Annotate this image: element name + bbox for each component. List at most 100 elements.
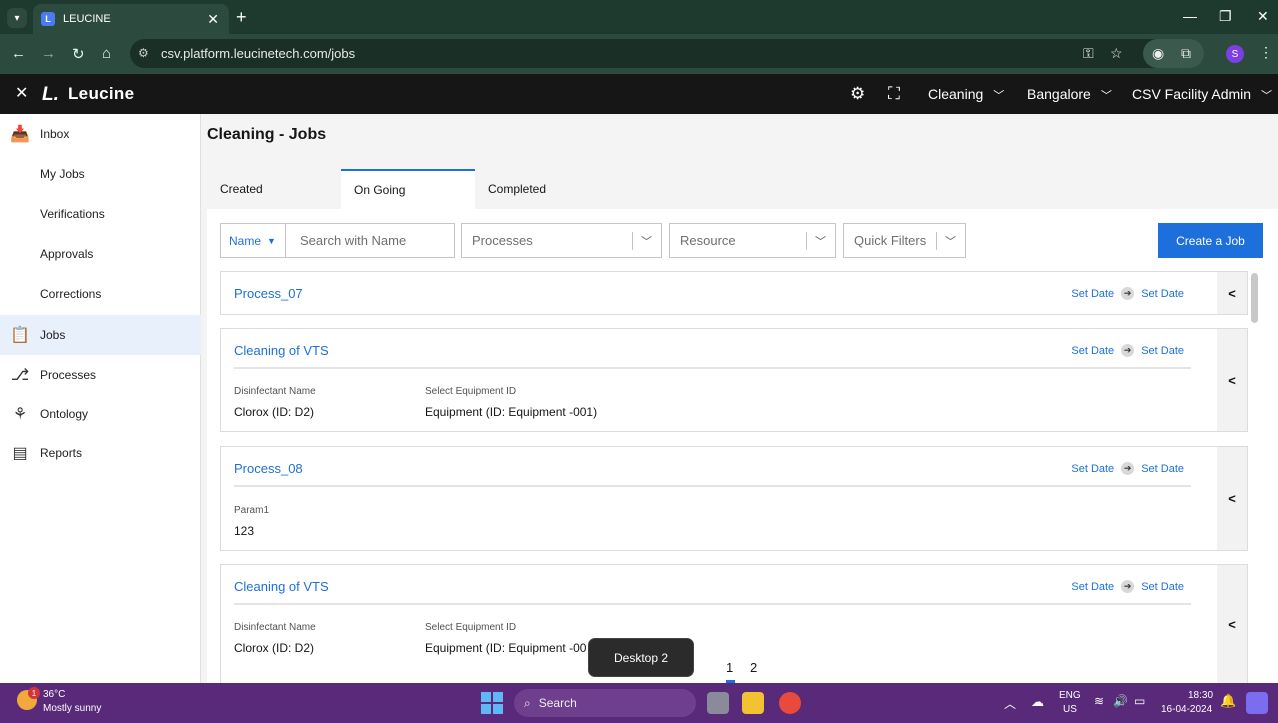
scan-icon[interactable]: ⛶ <box>888 84 900 104</box>
sidebar-item-approvals[interactable]: Approvals <box>0 234 201 274</box>
copilot-icon[interactable] <box>1246 692 1268 714</box>
facility-label: Bangalore <box>1027 86 1091 102</box>
job-title[interactable]: Process_07 <box>234 286 303 301</box>
sidebar-item-verifications[interactable]: Verifications <box>0 194 201 234</box>
sidebar-item-jobs[interactable]: 📋 Jobs <box>0 315 201 355</box>
start-date[interactable]: Set Date <box>1071 345 1114 357</box>
volume-icon[interactable]: 🔊 <box>1113 694 1128 708</box>
maximize-icon[interactable]: ❐ <box>1219 8 1232 25</box>
use-case-dropdown[interactable]: Cleaning ﹀ <box>928 86 1004 103</box>
app-header: ✕ L. Leucine ⚙ ⛶ Cleaning ﹀ Bangalore ﹀ CS… <box>0 74 1278 114</box>
tab-search-icon[interactable]: ▾ <box>7 8 27 28</box>
chevron-left-icon[interactable]: < <box>1217 272 1247 314</box>
main-content: Cleaning - Jobs Created On Going Complet… <box>201 114 1278 683</box>
tab-completed[interactable]: Completed <box>475 169 609 209</box>
list-scrollbar[interactable] <box>1251 273 1258 323</box>
tab-on-going[interactable]: On Going <box>341 169 475 209</box>
job-card[interactable]: Cleaning of VTS Set Date ➔ Set Date Disi… <box>220 564 1248 683</box>
menu-kebab-icon[interactable]: ⋮ <box>1259 44 1273 61</box>
windows-start-icon[interactable] <box>481 692 503 714</box>
job-card[interactable]: Process_07 Set Date ➔ Set Date < <box>220 271 1248 315</box>
sidebar-item-ontology[interactable]: ⚘ Ontology <box>0 394 201 434</box>
facility-dropdown[interactable]: Bangalore ﹀ <box>1027 86 1112 103</box>
start-date[interactable]: Set Date <box>1071 463 1114 475</box>
sidebar-item-my-jobs[interactable]: My Jobs <box>0 154 201 194</box>
sidebar-item-label: Corrections <box>40 287 102 301</box>
window-close-icon[interactable]: ✕ <box>1257 8 1269 25</box>
sidebar-item-inbox[interactable]: 📥 Inbox <box>0 114 201 154</box>
region-label[interactable]: US <box>1063 704 1077 715</box>
arrow-right-icon: ➔ <box>1121 287 1135 300</box>
processes-dropdown[interactable]: Processes ﹀ <box>461 223 662 258</box>
job-title[interactable]: Cleaning of VTS <box>234 343 329 358</box>
file-explorer-icon[interactable] <box>742 692 764 714</box>
chevron-left-icon[interactable]: < <box>1217 447 1247 550</box>
gear-icon[interactable]: ⚙ <box>850 84 865 104</box>
browser-tab[interactable]: L LEUCINE ✕ <box>33 4 229 34</box>
search-input[interactable] <box>286 223 455 258</box>
user-dropdown[interactable]: CSV Facility Admin ﹀ <box>1132 86 1272 103</box>
language-label[interactable]: ENG <box>1059 690 1081 701</box>
extensions-icon[interactable]: ⧉ <box>1181 45 1191 62</box>
end-date[interactable]: Set Date <box>1141 345 1184 357</box>
password-key-icon[interactable]: ⚿ <box>1083 45 1094 62</box>
sidebar-item-label: Inbox <box>40 127 70 141</box>
close-icon[interactable]: ✕ <box>15 83 28 103</box>
chrome-icon[interactable] <box>779 692 801 714</box>
start-date[interactable]: Set Date <box>1071 581 1114 593</box>
clock-time[interactable]: 18:30 <box>1188 690 1213 701</box>
param-label: Param1 <box>234 505 270 516</box>
back-icon[interactable]: ← <box>11 45 26 62</box>
forward-icon[interactable]: → <box>41 45 56 62</box>
taskbar-search-label: Search <box>538 696 577 710</box>
filter-field-select[interactable]: Name ▼ <box>220 223 286 258</box>
weather-temperature[interactable]: 36°C <box>43 689 65 700</box>
page-1-button[interactable]: 1 <box>726 660 733 675</box>
bookmark-star-icon[interactable]: ☆ <box>1110 45 1123 62</box>
minimize-icon[interactable]: — <box>1183 8 1197 24</box>
job-card[interactable]: Process_08 Set Date ➔ Set Date Param1 12… <box>220 446 1248 551</box>
sidebar-item-corrections[interactable]: Corrections <box>0 274 201 314</box>
job-title[interactable]: Process_08 <box>234 461 303 476</box>
battery-icon[interactable]: ▭ <box>1134 694 1145 708</box>
profile-avatar[interactable]: S <box>1226 45 1244 63</box>
quick-filters-dropdown[interactable]: Quick Filters ﹀ <box>843 223 966 258</box>
notification-bell-icon[interactable]: 🔔 <box>1220 693 1236 709</box>
end-date[interactable]: Set Date <box>1141 581 1184 593</box>
site-settings-icon[interactable]: ⚙ <box>138 46 149 60</box>
clock-date[interactable]: 16-04-2024 <box>1161 704 1212 715</box>
wifi-icon[interactable]: ≋ <box>1094 694 1104 708</box>
url-text[interactable]: csv.platform.leucinetech.com/jobs <box>161 46 355 61</box>
end-date[interactable]: Set Date <box>1141 288 1184 300</box>
taskbar-search[interactable]: ⌕ Search <box>514 689 696 717</box>
page-2-button[interactable]: 2 <box>750 660 757 675</box>
param-label: Select Equipment ID <box>425 386 517 397</box>
tab-created[interactable]: Created <box>207 169 341 209</box>
job-card[interactable]: Cleaning of VTS Set Date ➔ Set Date Disi… <box>220 328 1248 432</box>
resource-placeholder: Resource <box>680 233 736 248</box>
close-icon[interactable]: ✕ <box>207 11 219 28</box>
screenshot-icon[interactable]: ◉ <box>1152 45 1164 62</box>
sidebar-item-label: Approvals <box>40 247 94 261</box>
chevron-left-icon[interactable]: < <box>1217 329 1247 431</box>
sidebar-item-label: Jobs <box>40 328 66 342</box>
new-tab-icon[interactable]: + <box>236 7 247 28</box>
job-title[interactable]: Cleaning of VTS <box>234 579 329 594</box>
end-date[interactable]: Set Date <box>1141 463 1184 475</box>
home-icon[interactable]: ⌂ <box>102 45 111 62</box>
start-date[interactable]: Set Date <box>1071 288 1114 300</box>
sidebar-item-reports[interactable]: ▤ Reports <box>0 433 201 473</box>
onedrive-cloud-icon[interactable]: ☁ <box>1031 694 1044 710</box>
address-bar[interactable]: ⚙ csv.platform.leucinetech.com/jobs ⚿ ☆ <box>130 39 1204 68</box>
task-view-icon[interactable] <box>707 692 729 714</box>
sidebar-item-processes[interactable]: ⎇ Processes <box>0 355 201 395</box>
reload-icon[interactable]: ↻ <box>72 45 85 63</box>
chevron-left-icon[interactable]: < <box>1217 565 1247 683</box>
tray-overflow-icon[interactable]: ︿ <box>1004 695 1016 712</box>
resource-dropdown[interactable]: Resource ﹀ <box>669 223 836 258</box>
dropdown-separator <box>936 232 937 250</box>
jobs-panel: Name ▼ Processes ﹀ Resource ﹀ Quick Filte… <box>207 209 1278 683</box>
create-job-button[interactable]: Create a Job <box>1158 223 1263 258</box>
weather-description[interactable]: Mostly sunny <box>43 703 101 714</box>
tab-label: Completed <box>488 182 547 196</box>
